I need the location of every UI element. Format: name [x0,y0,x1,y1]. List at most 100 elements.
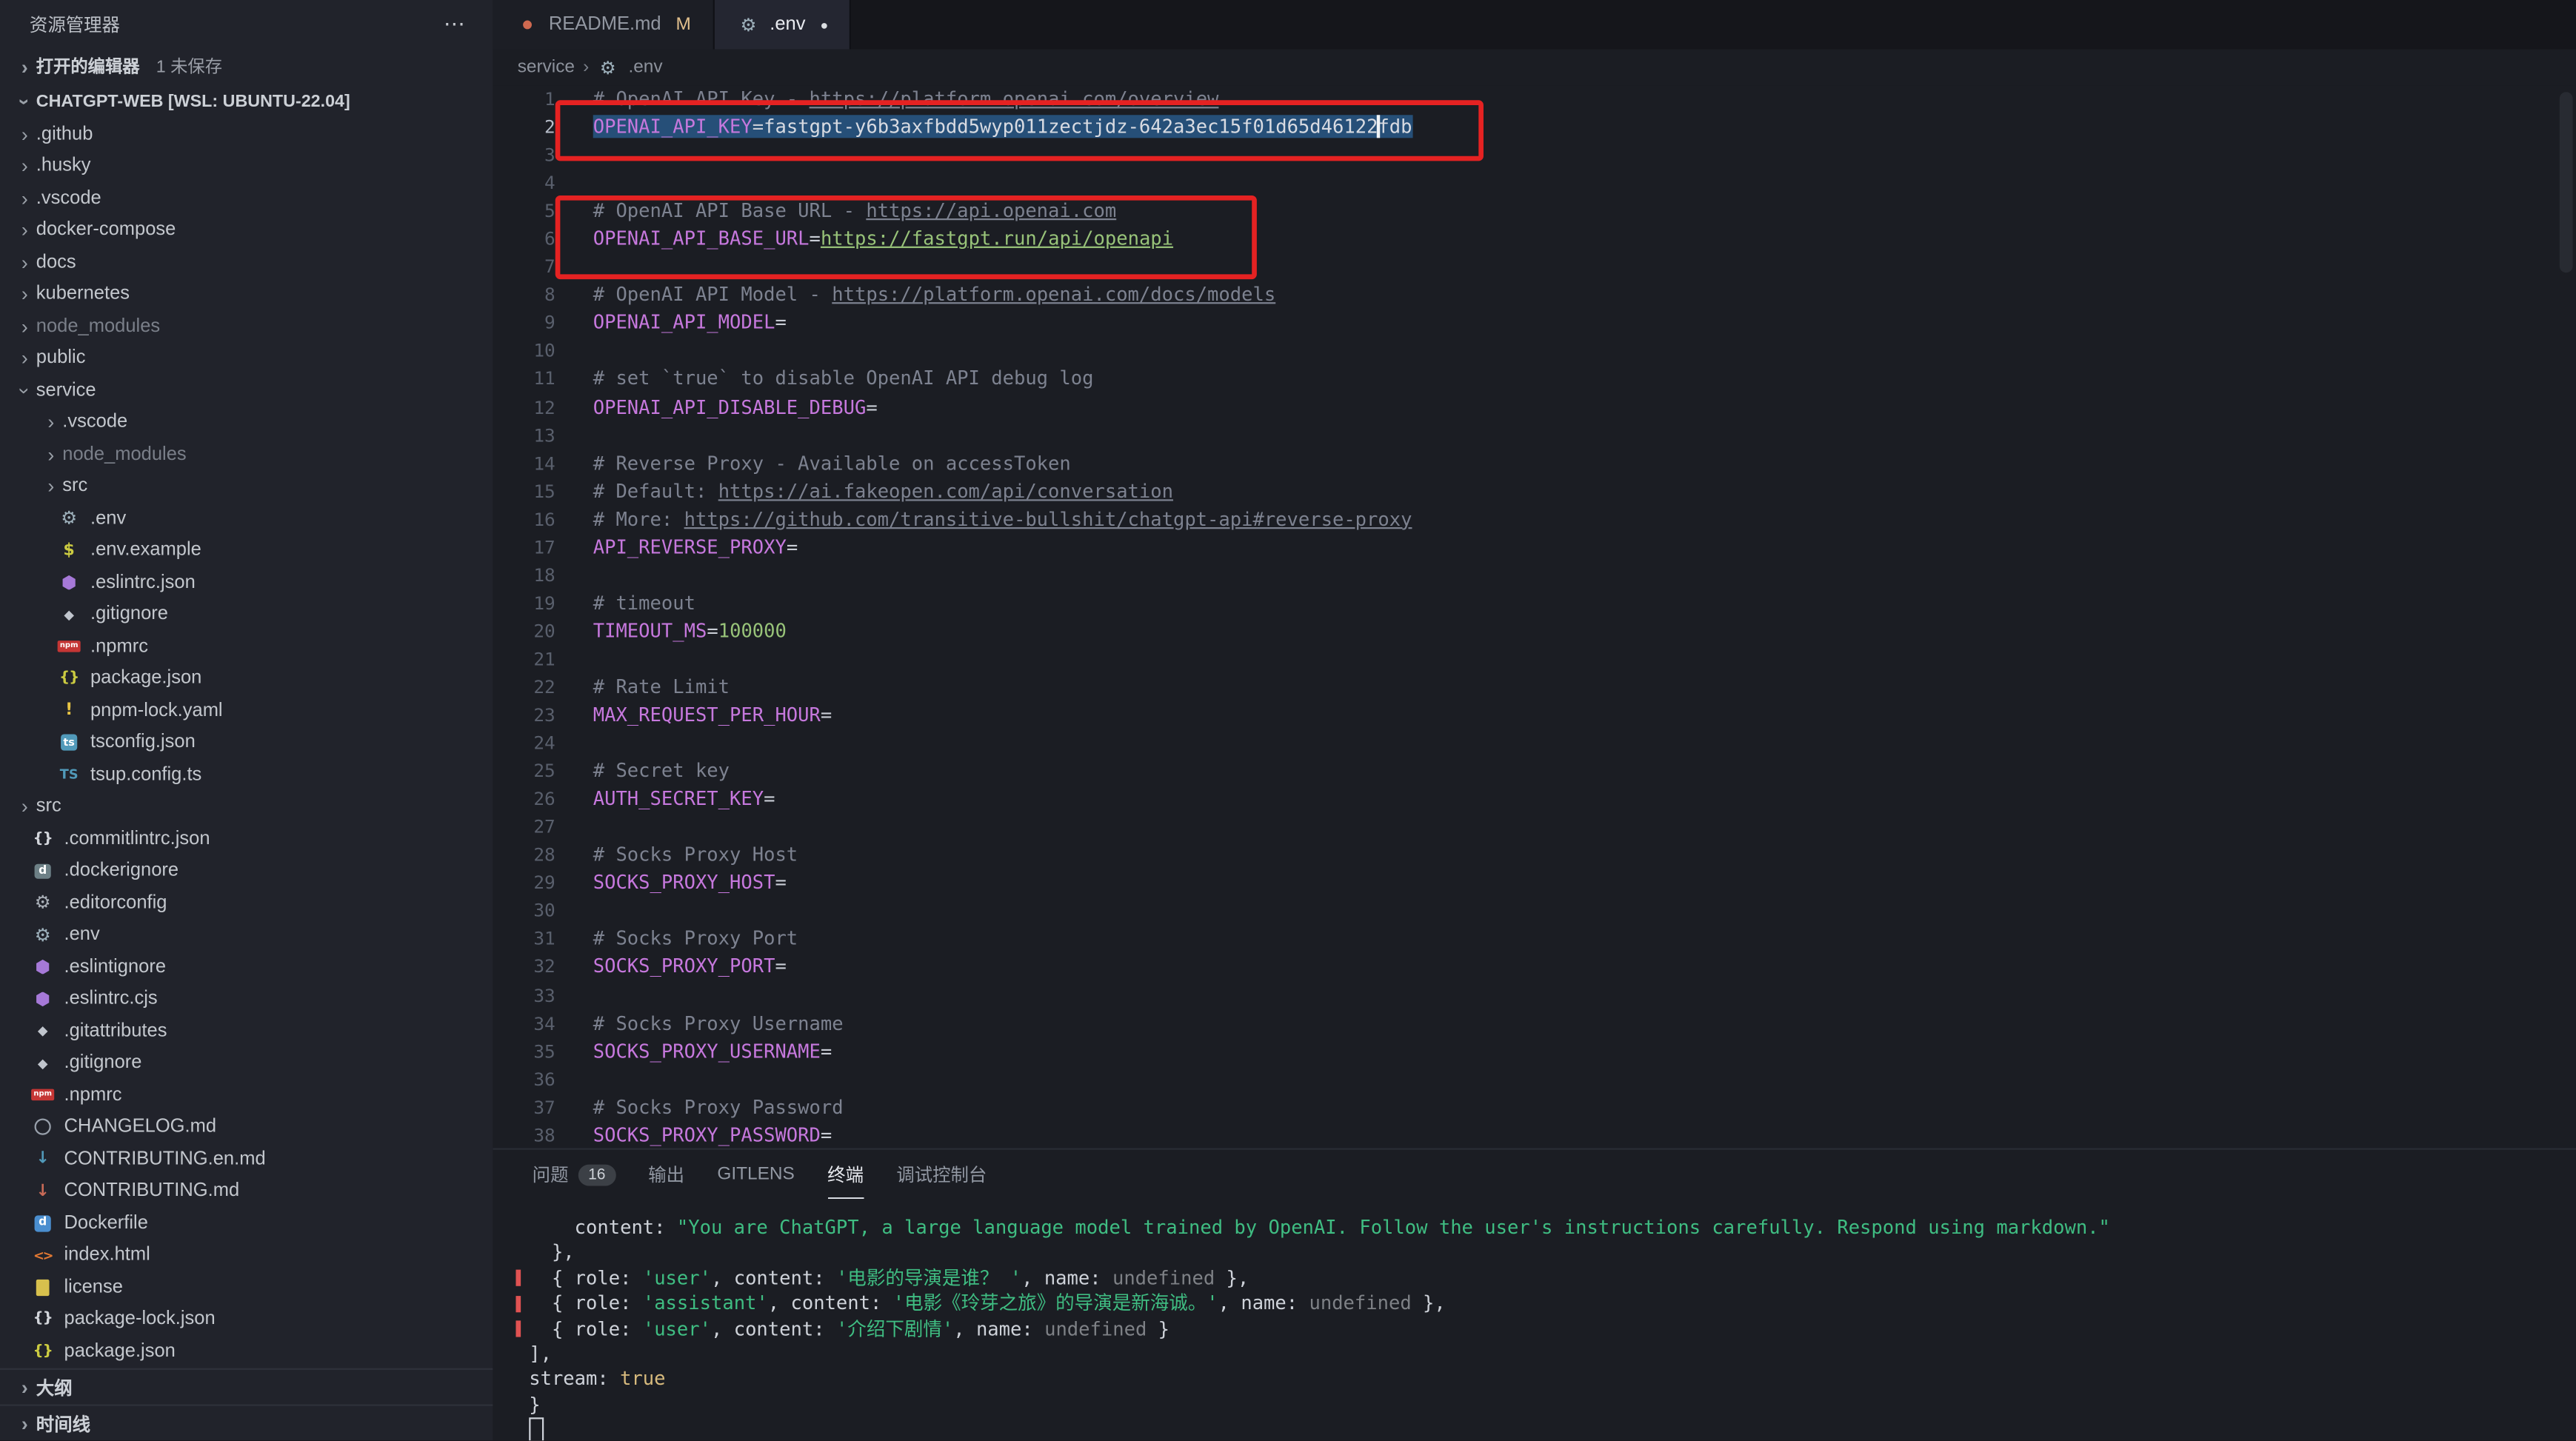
tree-item-.eslintrc.cjs[interactable]: .eslintrc.cjs [0,983,493,1015]
tree-item-.eslintignore[interactable]: .eslintignore [0,951,493,983]
tree-item-node_modules[interactable]: node_modules [0,438,493,470]
tree-item-.gitattributes[interactable]: .gitattributes [0,1015,493,1047]
more-actions-icon[interactable]: ⋯ [444,12,467,38]
code-line-23[interactable]: 23MAX_REQUEST_PER_HOUR= [493,701,2576,729]
panel-tab-终端[interactable]: 终端 [827,1150,864,1200]
tab-README.md[interactable]: README.mdM [493,0,713,50]
code-line-3[interactable]: 3 [493,141,2576,170]
panel-tab-调试控制台[interactable]: 调试控制台 [896,1150,987,1200]
code-line-31[interactable]: 31# Socks Proxy Port [493,926,2576,954]
tree-item-index.html[interactable]: index.html [0,1240,493,1271]
tree-item-public[interactable]: public [0,342,493,374]
panel-tab-输出[interactable]: 输出 [648,1150,684,1200]
tree-item-docker-compose[interactable]: docker-compose [0,214,493,246]
tree-item-src[interactable]: src [0,791,493,823]
code-line-33[interactable]: 33 [493,981,2576,1009]
tree-item-pnpm-lock.yaml[interactable]: pnpm-lock.yaml [0,695,493,726]
workspace-header[interactable]: CHATGPT-WEB [WSL: UBUNTU-22.04] [0,84,493,118]
tab-.env[interactable]: .env [714,0,851,50]
code-line-13[interactable]: 13 [493,421,2576,449]
code-line-11[interactable]: 11# set `true` to disable OpenAI API deb… [493,365,2576,393]
code-line-20[interactable]: 20TIMEOUT_MS=100000 [493,618,2576,646]
breadcrumb-item[interactable]: service [518,58,575,78]
code-line-15[interactable]: 15# Default: https://ai.fakeopen.com/api… [493,478,2576,506]
code-line-8[interactable]: 8# OpenAI API Model - https://platform.o… [493,281,2576,310]
tree-item-.env[interactable]: .env [0,919,493,951]
code-line-24[interactable]: 24 [493,729,2576,758]
token-key: TIMEOUT_MS [593,619,707,642]
code-line-2[interactable]: 2OPENAI_API_KEY=fastgpt-y6b3axfbdd5wyp01… [493,113,2576,141]
file-label: index.html [64,1246,150,1266]
token-op: = [821,703,832,726]
line-number: 5 [493,198,555,226]
code-line-5[interactable]: 5# OpenAI API Base URL - https://api.ope… [493,198,2576,226]
tree-item-tsconfig.json[interactable]: tsconfig.json [0,727,493,759]
tree-item-package-lock.json[interactable]: package-lock.json [0,1303,493,1335]
tree-item-package.json[interactable]: package.json [0,1335,493,1367]
tree-item-CONTRIBUTING.md[interactable]: CONTRIBUTING.md [0,1175,493,1207]
code-line-30[interactable]: 30 [493,897,2576,926]
code-line-12[interactable]: 12OPENAI_API_DISABLE_DEBUG= [493,393,2576,421]
tree-item-service[interactable]: service [0,375,493,407]
code-line-34[interactable]: 34# Socks Proxy Username [493,1009,2576,1037]
code-line-7[interactable]: 7 [493,253,2576,281]
open-editors-header[interactable]: 打开的编辑器 1 未保存 [0,50,493,84]
code-line-19[interactable]: 19# timeout [493,589,2576,618]
tree-item-docs[interactable]: docs [0,247,493,278]
panel-tab-问题[interactable]: 问题16 [533,1150,615,1200]
tree-item-tsup.config.ts[interactable]: tsup.config.ts [0,759,493,791]
token-key: SOCKS_PROXY_USERNAME [593,1039,821,1062]
tree-item-CONTRIBUTING.en.md[interactable]: CONTRIBUTING.en.md [0,1143,493,1175]
tree-item-.npmrc[interactable]: .npmrc [0,1079,493,1111]
code-line-35[interactable]: 35SOCKS_PROXY_USERNAME= [493,1037,2576,1066]
tree-item-.env.example[interactable]: .env.example [0,535,493,566]
tree-item-.gitignore[interactable]: .gitignore [0,1047,493,1079]
code-line-21[interactable]: 21 [493,646,2576,674]
tree-item-.editorconfig[interactable]: .editorconfig [0,887,493,919]
code-line-4[interactable]: 4 [493,170,2576,198]
code-line-32[interactable]: 32SOCKS_PROXY_PORT= [493,954,2576,982]
code-line-1[interactable]: 1# OpenAI API Key - https://platform.ope… [493,85,2576,113]
tree-item-.vscode[interactable]: .vscode [0,182,493,214]
tree-item-CHANGELOG.md[interactable]: CHANGELOG.md [0,1111,493,1143]
code-line-22[interactable]: 22# Rate Limit [493,673,2576,701]
code-editor[interactable]: 1# OpenAI API Key - https://platform.ope… [493,85,2576,1148]
outline-section-header[interactable]: 大纲 [0,1368,493,1405]
tree-item-Dockerfile[interactable]: Dockerfile [0,1207,493,1239]
tree-item-.eslintrc.json[interactable]: .eslintrc.json [0,566,493,598]
tree-item-.env[interactable]: .env [0,503,493,535]
breadcrumb-item[interactable]: .env [628,58,662,78]
code-line-37[interactable]: 37# Socks Proxy Password [493,1094,2576,1122]
code-line-9[interactable]: 9OPENAI_API_MODEL= [493,310,2576,338]
code-line-27[interactable]: 27 [493,813,2576,841]
tree-item-node_modules[interactable]: node_modules [0,310,493,342]
code-line-36[interactable]: 36 [493,1066,2576,1094]
code-line-18[interactable]: 18 [493,561,2576,589]
code-line-25[interactable]: 25# Secret key [493,758,2576,786]
timeline-section-header[interactable]: 时间线 [0,1404,493,1440]
tree-item-.npmrc[interactable]: .npmrc [0,631,493,663]
code-line-16[interactable]: 16# More: https://github.com/transitive-… [493,506,2576,534]
code-line-10[interactable]: 10 [493,338,2576,366]
tree-item-.github[interactable]: .github [0,118,493,150]
code-line-6[interactable]: 6OPENAI_API_BASE_URL=https://fastgpt.run… [493,225,2576,253]
code-line-28[interactable]: 28# Socks Proxy Host [493,841,2576,869]
code-line-14[interactable]: 14# Reverse Proxy - Available on accessT… [493,449,2576,478]
tree-item-.dockerignore[interactable]: .dockerignore [0,855,493,887]
tree-item-package.json[interactable]: package.json [0,663,493,695]
tree-item-.vscode[interactable]: .vscode [0,407,493,438]
editor-scrollbar[interactable] [2560,92,2573,273]
tree-item-src[interactable]: src [0,470,493,502]
tree-item-license[interactable]: license [0,1271,493,1303]
tree-item-.husky[interactable]: .husky [0,150,493,182]
tree-item-kubernetes[interactable]: kubernetes [0,278,493,310]
code-line-17[interactable]: 17API_REVERSE_PROXY= [493,533,2576,561]
code-line-29[interactable]: 29SOCKS_PROXY_HOST= [493,869,2576,897]
terminal-output[interactable]: content: "You are ChatGPT, a large langu… [493,1199,2576,1440]
tree-item-.commitlintrc.json[interactable]: .commitlintrc.json [0,823,493,855]
code-line-26[interactable]: 26AUTH_SECRET_KEY= [493,786,2576,814]
panel-tab-GITLENS[interactable]: GITLENS [717,1150,794,1200]
terminal-line-2: }, [529,1241,2576,1266]
tree-item-.gitignore[interactable]: .gitignore [0,599,493,631]
code-line-38[interactable]: 38SOCKS_PROXY_PASSWORD= [493,1121,2576,1148]
